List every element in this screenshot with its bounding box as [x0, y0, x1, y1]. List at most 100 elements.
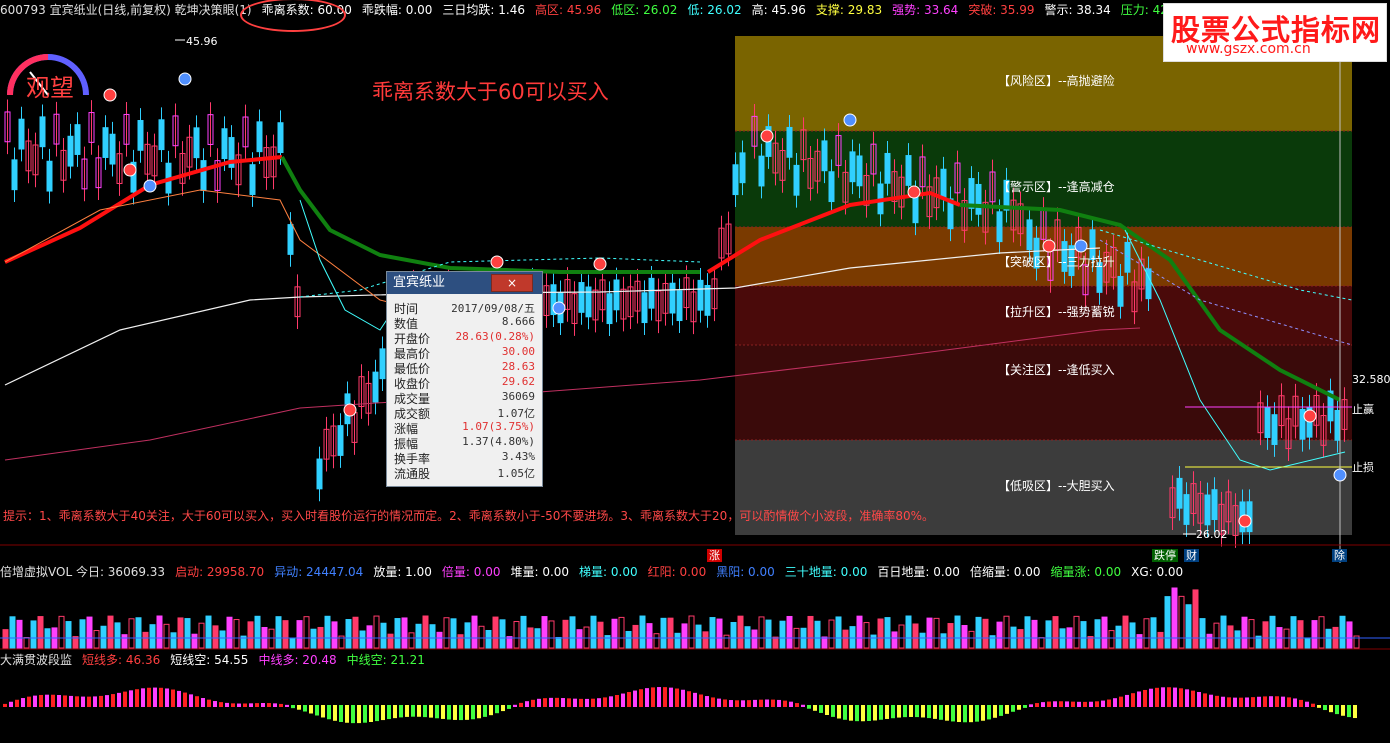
wave-bar — [639, 689, 643, 707]
wave-bar — [1281, 696, 1285, 707]
wave-bar — [1215, 695, 1219, 707]
candle — [39, 116, 46, 148]
volume-bar — [1290, 616, 1297, 649]
wave-bar — [405, 705, 409, 717]
header-item-10: 突破: 35.99 — [968, 3, 1035, 17]
wave-bar — [309, 705, 313, 714]
wave-bar — [1323, 705, 1327, 711]
candle — [697, 279, 704, 311]
wave-bar — [1191, 690, 1195, 707]
header-item-11: 警示: 38.34 — [1044, 3, 1111, 17]
wave-bar — [531, 699, 535, 707]
volume-bar — [625, 630, 632, 649]
signal-ball — [1074, 239, 1088, 253]
wave-bar — [555, 697, 559, 707]
wave-bar — [501, 705, 505, 712]
volume-bar — [772, 636, 779, 649]
wave-bar — [189, 694, 193, 707]
wave-bar — [1347, 705, 1351, 718]
header-item-6: 低: 26.02 — [687, 3, 742, 17]
volume-bar — [282, 620, 289, 649]
price-chart[interactable] — [0, 20, 1390, 563]
volume-bar — [1143, 618, 1150, 649]
stop-loss-label: 止损 — [1352, 461, 1374, 474]
volume-bar — [618, 616, 625, 649]
vol-item-7: 红阳: 0.00 — [647, 565, 707, 579]
volume-bar — [9, 616, 16, 649]
wave-bar — [1047, 701, 1051, 707]
wave-bar — [567, 698, 571, 707]
popup-header: 宜宾纸业 × — [387, 272, 542, 294]
wave-bar — [1095, 701, 1099, 707]
zone-label: 【警示区】--逢高减仓 — [998, 180, 1115, 194]
wave-bar — [93, 696, 97, 707]
volume-bar — [821, 636, 828, 649]
wave-bar — [177, 690, 181, 707]
candle — [109, 133, 116, 165]
volume-bar — [1150, 617, 1157, 649]
signal-ball — [843, 113, 857, 127]
zone-label: 【低吸区】--大胆买入 — [998, 479, 1115, 493]
volume-bar — [1101, 616, 1108, 649]
candle — [884, 152, 891, 184]
wave-bar — [867, 705, 871, 721]
candle — [648, 277, 655, 309]
vol-item-10: 百日地量: 0.00 — [877, 565, 960, 579]
wave-bar — [789, 701, 793, 707]
wave-bar — [441, 705, 445, 719]
volume-bar — [345, 619, 352, 649]
wave-bar — [345, 705, 349, 723]
vol-item-4: 倍量: 0.00 — [441, 565, 501, 579]
candle — [158, 119, 165, 151]
wave-bar — [735, 700, 739, 707]
close-button[interactable]: × — [491, 274, 533, 292]
volume-bar — [121, 634, 128, 649]
volume-bar — [891, 631, 898, 649]
volume-bar — [569, 616, 576, 649]
candle — [641, 292, 648, 324]
wave-bar — [183, 692, 187, 707]
volume-chart[interactable] — [0, 580, 1390, 650]
header-item-8: 支撑: 29.83 — [815, 3, 883, 17]
candle — [74, 124, 81, 155]
zone-label: 【突破区】--三力拉升 — [998, 255, 1115, 269]
signal-ball — [178, 72, 192, 86]
volume-bar — [856, 615, 863, 649]
wave-bar — [645, 688, 649, 707]
popup-row: 最高价 30.00 — [391, 345, 537, 361]
wave-bar — [129, 690, 133, 707]
wave-bar — [993, 705, 997, 718]
header-item-3: 三日均跌: 1.46 — [442, 3, 525, 17]
volume-bar — [478, 625, 485, 649]
signal-ball — [490, 255, 504, 269]
wave-bar — [1089, 701, 1093, 707]
wave-bar — [111, 694, 115, 707]
volume-bar — [310, 628, 317, 649]
wave-bar — [387, 705, 391, 720]
candle — [287, 224, 294, 255]
popup-row: 收盘价 29.62 — [391, 375, 537, 391]
candle — [372, 371, 379, 403]
volume-bar — [1192, 589, 1199, 649]
finance-marker: 财 — [1184, 549, 1199, 562]
popup-value: 29.62 — [501, 375, 535, 388]
wave-bar — [399, 705, 403, 718]
candle — [849, 151, 856, 183]
wave-bar — [915, 705, 919, 718]
wave-bar — [333, 705, 337, 721]
wave-bar — [1065, 701, 1069, 707]
vol-item-8: 黑阳: 0.00 — [716, 565, 775, 579]
volume-bar — [632, 624, 639, 649]
wave-bar — [651, 687, 655, 707]
wave-bar — [411, 705, 415, 717]
volume-bar — [520, 615, 527, 649]
wave-bar — [729, 700, 733, 707]
wave-chart[interactable] — [0, 668, 1390, 743]
volume-bar — [555, 636, 562, 649]
volume-bar — [1346, 621, 1353, 649]
wave-bar — [603, 697, 607, 707]
wave-header: 大满贯波段监 短线多: 46.36 短线空: 54.55 中线多: 20.48 中线空:… — [0, 651, 1390, 669]
wave-bar — [1023, 705, 1027, 708]
wave-bar — [429, 705, 433, 718]
wave-bar — [495, 705, 499, 714]
